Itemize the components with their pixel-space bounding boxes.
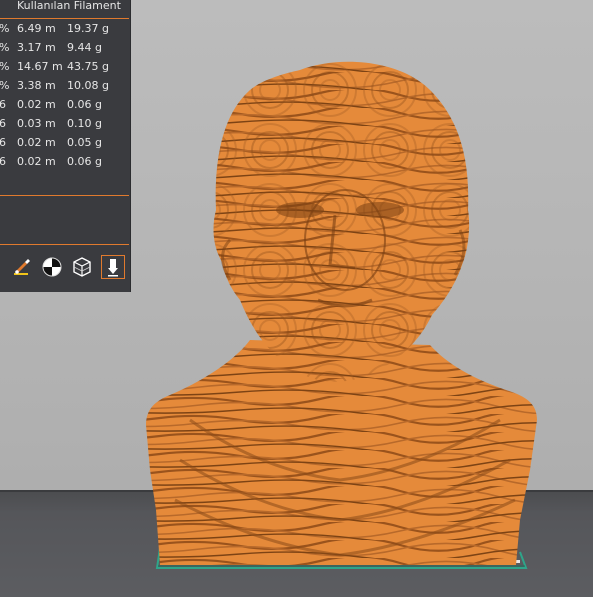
paint-brush-icon — [14, 259, 30, 275]
panel-header: Kullanılan Filament — [0, 0, 129, 19]
wireframe-view-button[interactable] — [70, 255, 94, 279]
extruder-icon — [108, 259, 118, 277]
filament-header-label: Kullanılan Filament — [17, 0, 121, 12]
filament-table: % 6.49 m 19.37 g % 3.17 m 9.44 g % 14.67… — [0, 20, 129, 172]
table-row: % 14.67 m 43.75 g — [0, 60, 109, 73]
color-wheel-icon — [42, 257, 62, 277]
color-scheme-button[interactable] — [40, 255, 64, 279]
table-row: % 6.49 m 19.37 g — [0, 22, 109, 35]
table-row: 6 0.02 m 0.05 g — [0, 136, 102, 149]
left-eye — [276, 202, 324, 218]
filament-usage-panel: Kullanılan Filament % 6.49 m 19.37 g % 3… — [0, 0, 131, 292]
paint-brush-tool-button[interactable] — [10, 255, 34, 279]
table-row: % 3.17 m 9.44 g — [0, 41, 102, 54]
divider — [0, 195, 129, 196]
wireframe-cube-icon — [73, 257, 91, 277]
extruder-view-button[interactable] — [101, 255, 125, 279]
right-eye — [356, 202, 404, 218]
table-row: % 3.38 m 10.08 g — [0, 79, 109, 92]
divider — [0, 244, 129, 245]
table-row: 6 0.03 m 0.10 g — [0, 117, 102, 130]
table-row: 6 0.02 m 0.06 g — [0, 98, 102, 111]
table-row: 6 0.02 m 0.06 g — [0, 155, 102, 168]
